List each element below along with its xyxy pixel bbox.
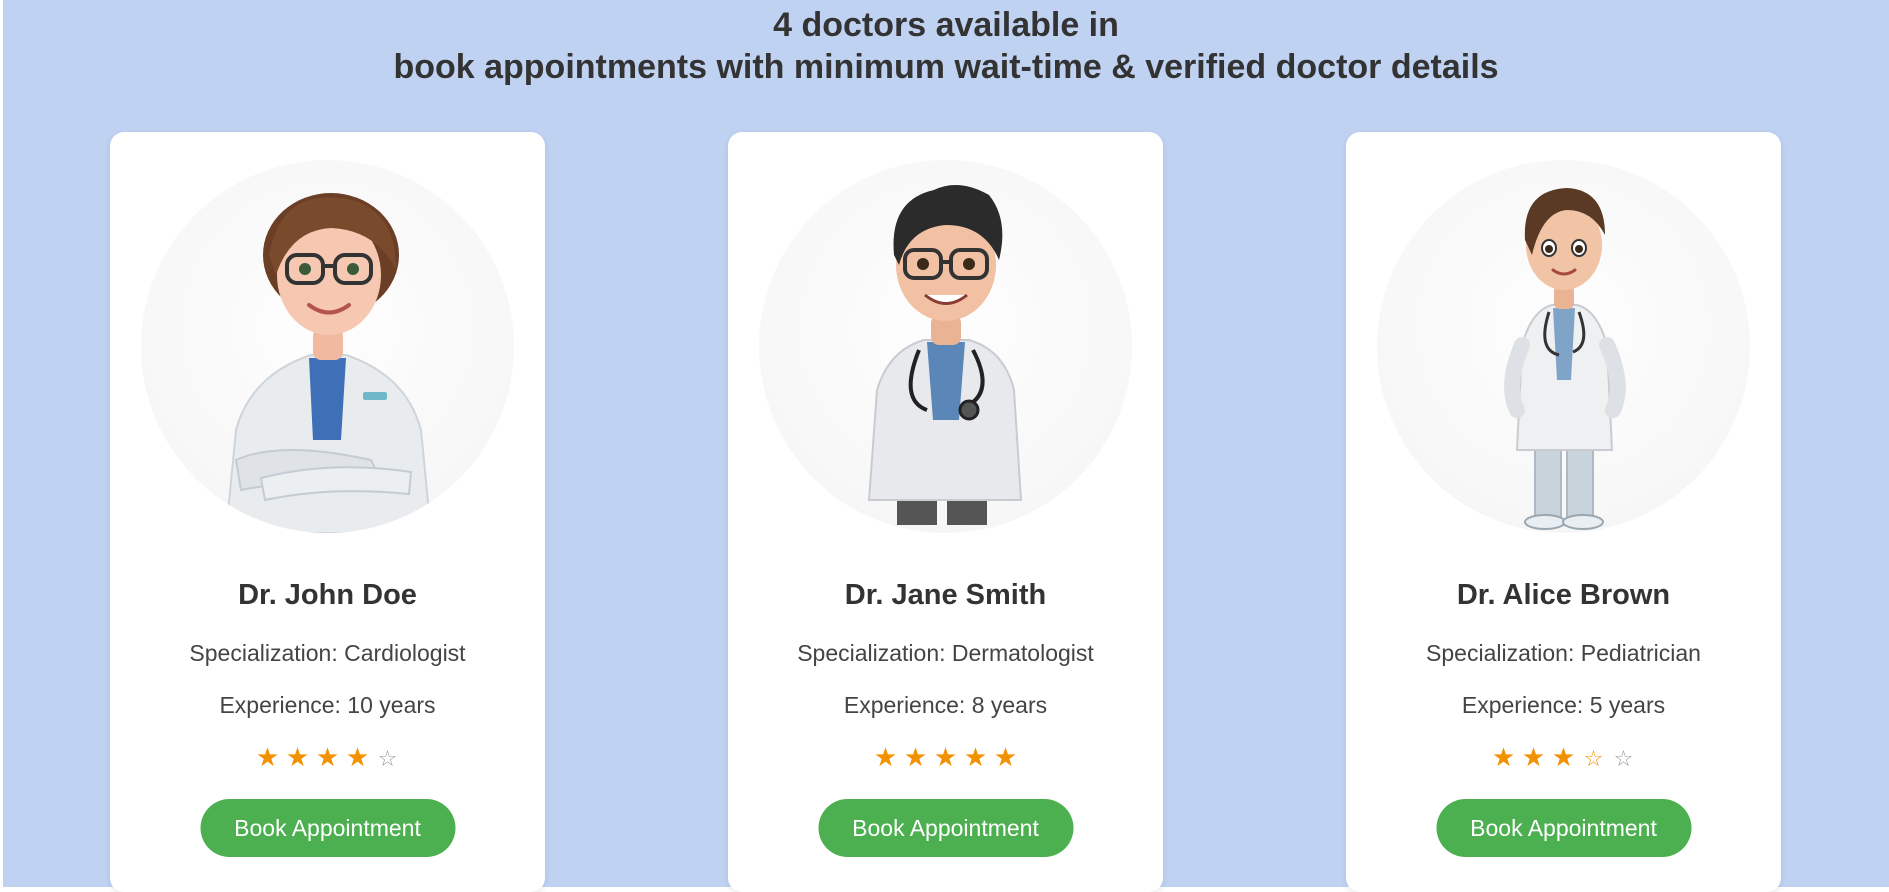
star-rating: ★ ★ ★ ★ ☆ — [110, 742, 545, 773]
star-half-icon: ☆ — [1583, 747, 1604, 772]
star-filled-icon: ★ — [255, 743, 280, 773]
book-appointment-button[interactable]: Book Appointment — [818, 799, 1073, 857]
doctor-card: Dr. Jane Smith Specialization: Dermatolo… — [728, 132, 1163, 892]
doctor-specialization: Specialization: Cardiologist — [189, 640, 466, 666]
star-filled-icon: ★ — [903, 743, 928, 773]
page: 4 doctors available in book appointments… — [3, 0, 1889, 892]
star-rating: ★ ★ ★ ★ ★ — [728, 742, 1163, 773]
star-filled-icon: ★ — [1551, 743, 1576, 773]
doctor-experience: Experience: 10 years — [219, 692, 436, 718]
doctor-experience: Experience: 8 years — [843, 692, 1048, 718]
star-filled-icon: ★ — [1491, 743, 1516, 773]
star-rating: ★ ★ ★ ☆ ☆ — [1346, 742, 1781, 773]
star-filled-icon: ★ — [873, 743, 898, 773]
doctor-avatar — [141, 160, 514, 533]
doctor-specialization: Specialization: Pediatrician — [1426, 640, 1701, 666]
header-line-2: book appointments with minimum wait-time… — [393, 48, 1499, 86]
doctor-cards: Dr. John Doe Specialization: Cardiologis… — [3, 132, 1889, 892]
star-empty-icon: ☆ — [377, 747, 398, 772]
header-line-1: 4 doctors available in — [773, 6, 1119, 44]
doctor-experience: Experience: 5 years — [1461, 692, 1666, 718]
doctor-name: Dr. Alice Brown — [1456, 579, 1671, 611]
star-filled-icon: ★ — [1521, 743, 1546, 773]
female-doctor-cartoon-icon — [224, 193, 433, 533]
doctor-specialization: Specialization: Dermatologist — [797, 640, 1094, 666]
book-appointment-button[interactable]: Book Appointment — [200, 799, 455, 857]
doctor-name: Dr. Jane Smith — [844, 579, 1047, 611]
doctor-avatar — [1377, 160, 1750, 533]
star-filled-icon: ★ — [993, 743, 1018, 773]
young-doctor-cartoon-icon — [1504, 188, 1626, 530]
book-appointment-button[interactable]: Book Appointment — [1436, 799, 1691, 857]
star-filled-icon: ★ — [933, 743, 958, 773]
page-header: 4 doctors available in book appointments… — [3, 0, 1889, 88]
doctor-avatar — [759, 160, 1132, 533]
doctor-name: Dr. John Doe — [238, 579, 417, 611]
male-doctor-cartoon-icon — [867, 185, 1023, 525]
doctor-card: Dr. Alice Brown Specialization: Pediatri… — [1346, 132, 1781, 892]
star-filled-icon: ★ — [345, 743, 370, 773]
star-filled-icon: ★ — [315, 743, 340, 773]
star-empty-icon: ☆ — [1613, 747, 1634, 772]
star-filled-icon: ★ — [963, 743, 988, 773]
star-filled-icon: ★ — [285, 743, 310, 773]
doctor-card: Dr. John Doe Specialization: Cardiologis… — [110, 132, 545, 892]
